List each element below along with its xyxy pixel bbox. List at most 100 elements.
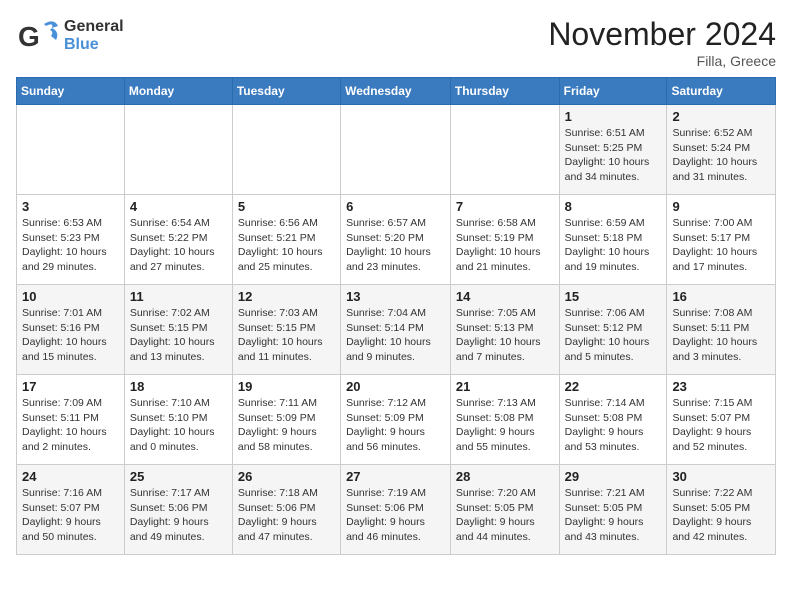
- day-info: Sunrise: 7:11 AM Sunset: 5:09 PM Dayligh…: [238, 396, 335, 455]
- day-info: Sunrise: 6:58 AM Sunset: 5:19 PM Dayligh…: [456, 216, 554, 275]
- weekday-header: Monday: [124, 78, 232, 105]
- weekday-header: Tuesday: [232, 78, 340, 105]
- day-info: Sunrise: 7:01 AM Sunset: 5:16 PM Dayligh…: [22, 306, 119, 365]
- day-number: 9: [672, 199, 770, 214]
- calendar-cell: 3 Sunrise: 6:53 AM Sunset: 5:23 PM Daylig…: [17, 195, 125, 285]
- day-info: Sunrise: 7:08 AM Sunset: 5:11 PM Dayligh…: [672, 306, 770, 365]
- logo-icon: G: [16, 16, 60, 56]
- day-number: 7: [456, 199, 554, 214]
- weekday-header: Friday: [559, 78, 667, 105]
- svg-text:G: G: [18, 21, 40, 52]
- logo: G General Blue: [16, 16, 124, 56]
- day-info: Sunrise: 7:19 AM Sunset: 5:06 PM Dayligh…: [346, 486, 445, 545]
- day-info: Sunrise: 6:57 AM Sunset: 5:20 PM Dayligh…: [346, 216, 445, 275]
- day-number: 29: [565, 469, 662, 484]
- logo-general-text: General: [64, 18, 124, 35]
- day-number: 14: [456, 289, 554, 304]
- day-info: Sunrise: 7:03 AM Sunset: 5:15 PM Dayligh…: [238, 306, 335, 365]
- calendar-cell: 27 Sunrise: 7:19 AM Sunset: 5:06 PM Dayli…: [341, 465, 451, 555]
- day-number: 4: [130, 199, 227, 214]
- calendar-cell: 6 Sunrise: 6:57 AM Sunset: 5:20 PM Daylig…: [341, 195, 451, 285]
- day-info: Sunrise: 7:22 AM Sunset: 5:05 PM Dayligh…: [672, 486, 770, 545]
- calendar-cell: 7 Sunrise: 6:58 AM Sunset: 5:19 PM Daylig…: [450, 195, 559, 285]
- calendar-cell: 25Sunrise: 7:17 AM Sunset: 5:06 PM Dayli…: [124, 465, 232, 555]
- logo-blue-text: Blue: [64, 36, 99, 53]
- day-number: 17: [22, 379, 119, 394]
- day-info: Sunrise: 7:13 AM Sunset: 5:08 PM Dayligh…: [456, 396, 554, 455]
- day-info: Sunrise: 6:59 AM Sunset: 5:18 PM Dayligh…: [565, 216, 662, 275]
- location-label: Filla, Greece: [548, 53, 776, 69]
- day-info: Sunrise: 6:52 AM Sunset: 5:24 PM Dayligh…: [672, 126, 770, 185]
- day-number: 21: [456, 379, 554, 394]
- day-number: 24: [22, 469, 119, 484]
- day-info: Sunrise: 6:54 AM Sunset: 5:22 PM Dayligh…: [130, 216, 227, 275]
- calendar-cell: 15 Sunrise: 7:06 AM Sunset: 5:12 PM Dayli…: [559, 285, 667, 375]
- day-number: 2: [672, 109, 770, 124]
- day-info: Sunrise: 6:56 AM Sunset: 5:21 PM Dayligh…: [238, 216, 335, 275]
- day-number: 20: [346, 379, 445, 394]
- calendar-cell: [17, 105, 125, 195]
- day-number: 23: [672, 379, 770, 394]
- day-info: Sunrise: 7:20 AM Sunset: 5:05 PM Dayligh…: [456, 486, 554, 545]
- calendar-cell: 26 Sunrise: 7:18 AM Sunset: 5:06 PM Dayli…: [232, 465, 340, 555]
- calendar-cell: [232, 105, 340, 195]
- day-info: Sunrise: 7:15 AM Sunset: 5:07 PM Dayligh…: [672, 396, 770, 455]
- calendar-cell: 24Sunrise: 7:16 AM Sunset: 5:07 PM Dayli…: [17, 465, 125, 555]
- calendar-cell: [450, 105, 559, 195]
- day-number: 6: [346, 199, 445, 214]
- calendar-cell: [341, 105, 451, 195]
- day-number: 18: [130, 379, 227, 394]
- calendar-cell: 23 Sunrise: 7:15 AM Sunset: 5:07 PM Dayli…: [667, 375, 776, 465]
- calendar-cell: 13Sunrise: 7:04 AM Sunset: 5:14 PM Dayli…: [341, 285, 451, 375]
- month-title: November 2024: [548, 16, 776, 53]
- calendar-cell: 4 Sunrise: 6:54 AM Sunset: 5:22 PM Daylig…: [124, 195, 232, 285]
- day-info: Sunrise: 7:12 AM Sunset: 5:09 PM Dayligh…: [346, 396, 445, 455]
- day-info: Sunrise: 6:51 AM Sunset: 5:25 PM Dayligh…: [565, 126, 662, 185]
- day-info: Sunrise: 7:10 AM Sunset: 5:10 PM Dayligh…: [130, 396, 227, 455]
- calendar-cell: 29 Sunrise: 7:21 AM Sunset: 5:05 PM Dayli…: [559, 465, 667, 555]
- calendar-cell: 8 Sunrise: 6:59 AM Sunset: 5:18 PM Daylig…: [559, 195, 667, 285]
- day-info: Sunrise: 7:06 AM Sunset: 5:12 PM Dayligh…: [565, 306, 662, 365]
- day-number: 26: [238, 469, 335, 484]
- day-info: Sunrise: 7:00 AM Sunset: 5:17 PM Dayligh…: [672, 216, 770, 275]
- day-number: 1: [565, 109, 662, 124]
- calendar-cell: 28 Sunrise: 7:20 AM Sunset: 5:05 PM Dayli…: [450, 465, 559, 555]
- calendar-cell: 22Sunrise: 7:14 AM Sunset: 5:08 PM Dayli…: [559, 375, 667, 465]
- day-number: 8: [565, 199, 662, 214]
- day-number: 16: [672, 289, 770, 304]
- calendar-cell: 2 Sunrise: 6:52 AM Sunset: 5:24 PM Daylig…: [667, 105, 776, 195]
- weekday-header: Thursday: [450, 78, 559, 105]
- page-header: G General Blue November 2024 Filla, Gree…: [16, 16, 776, 69]
- day-number: 13: [346, 289, 445, 304]
- day-number: 28: [456, 469, 554, 484]
- calendar-cell: 5 Sunrise: 6:56 AM Sunset: 5:21 PM Daylig…: [232, 195, 340, 285]
- calendar-cell: 14 Sunrise: 7:05 AM Sunset: 5:13 PM Dayli…: [450, 285, 559, 375]
- calendar-cell: 20 Sunrise: 7:12 AM Sunset: 5:09 PM Dayli…: [341, 375, 451, 465]
- day-info: Sunrise: 7:21 AM Sunset: 5:05 PM Dayligh…: [565, 486, 662, 545]
- day-info: Sunrise: 7:09 AM Sunset: 5:11 PM Dayligh…: [22, 396, 119, 455]
- calendar-cell: 11 Sunrise: 7:02 AM Sunset: 5:15 PM Dayli…: [124, 285, 232, 375]
- calendar-cell: 1 Sunrise: 6:51 AM Sunset: 5:25 PM Daylig…: [559, 105, 667, 195]
- day-info: Sunrise: 7:18 AM Sunset: 5:06 PM Dayligh…: [238, 486, 335, 545]
- day-number: 12: [238, 289, 335, 304]
- day-info: Sunrise: 6:53 AM Sunset: 5:23 PM Dayligh…: [22, 216, 119, 275]
- calendar-cell: 16 Sunrise: 7:08 AM Sunset: 5:11 PM Dayli…: [667, 285, 776, 375]
- calendar-cell: 19 Sunrise: 7:11 AM Sunset: 5:09 PM Dayli…: [232, 375, 340, 465]
- day-number: 19: [238, 379, 335, 394]
- day-info: Sunrise: 7:02 AM Sunset: 5:15 PM Dayligh…: [130, 306, 227, 365]
- day-number: 15: [565, 289, 662, 304]
- title-area: November 2024 Filla, Greece: [548, 16, 776, 69]
- day-number: 5: [238, 199, 335, 214]
- calendar-cell: 17 Sunrise: 7:09 AM Sunset: 5:11 PM Dayli…: [17, 375, 125, 465]
- day-number: 22: [565, 379, 662, 394]
- day-number: 25: [130, 469, 227, 484]
- weekday-header: Sunday: [17, 78, 125, 105]
- day-number: 11: [130, 289, 227, 304]
- day-number: 3: [22, 199, 119, 214]
- day-number: 27: [346, 469, 445, 484]
- weekday-header: Saturday: [667, 78, 776, 105]
- calendar-cell: [124, 105, 232, 195]
- calendar-cell: 10 Sunrise: 7:01 AM Sunset: 5:16 PM Dayli…: [17, 285, 125, 375]
- day-info: Sunrise: 7:05 AM Sunset: 5:13 PM Dayligh…: [456, 306, 554, 365]
- day-number: 10: [22, 289, 119, 304]
